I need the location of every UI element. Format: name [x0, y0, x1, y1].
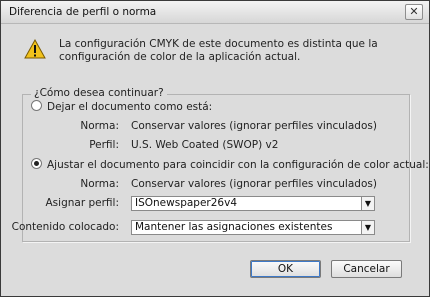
keep-document-label: Dejar el documento como está: — [47, 101, 213, 113]
assign-profile-value: ISOnewspaper26v4 — [135, 197, 237, 209]
placed-content-select[interactable]: Mantener las asignaciones existentes ▼ — [131, 220, 375, 235]
group-legend: ¿Cómo desea continuar? — [31, 87, 167, 99]
keep-norma-label: Norma: — [80, 120, 119, 132]
chevron-down-icon[interactable]: ▼ — [361, 221, 374, 234]
adjust-document-label: Ajustar el documento para coincidir con … — [47, 159, 429, 171]
chevron-down-icon[interactable]: ▼ — [361, 197, 374, 210]
placed-content-value: Mantener las asignaciones existentes — [135, 221, 333, 233]
assign-profile-select[interactable]: ISOnewspaper26v4 ▼ — [131, 196, 375, 211]
close-icon: ✕ — [409, 5, 419, 18]
keep-document-option[interactable]: Dejar el documento como está: — [31, 100, 212, 113]
adjust-norma-value: Conservar valores (ignorar perfiles vinc… — [131, 178, 377, 190]
keep-norma-value: Conservar valores (ignorar perfiles vinc… — [131, 120, 377, 132]
warning-icon — [24, 39, 46, 59]
placed-content-label: Contenido colocado: — [11, 221, 119, 233]
adjust-document-radio[interactable] — [31, 158, 42, 169]
title-bar[interactable]: Diferencia de perfil o norma ✕ — [1, 1, 429, 24]
cancel-button[interactable]: Cancelar — [331, 260, 402, 278]
adjust-norma-label: Norma: — [80, 178, 119, 190]
ok-button[interactable]: OK — [250, 260, 321, 278]
message-text: La configuración CMYK de este documento … — [59, 38, 378, 63]
adjust-document-option[interactable]: Ajustar el documento para coincidir con … — [31, 158, 429, 171]
keep-document-radio[interactable] — [31, 100, 42, 111]
keep-perfil-label: Perfil: — [89, 139, 119, 151]
keep-perfil-value: U.S. Web Coated (SWOP) v2 — [131, 139, 279, 151]
dialog-title: Diferencia de perfil o norma — [9, 6, 157, 18]
profile-mismatch-dialog: Diferencia de perfil o norma ✕ La config… — [0, 0, 430, 297]
close-button[interactable]: ✕ — [405, 4, 423, 20]
assign-profile-label: Asignar perfil: — [45, 197, 120, 209]
